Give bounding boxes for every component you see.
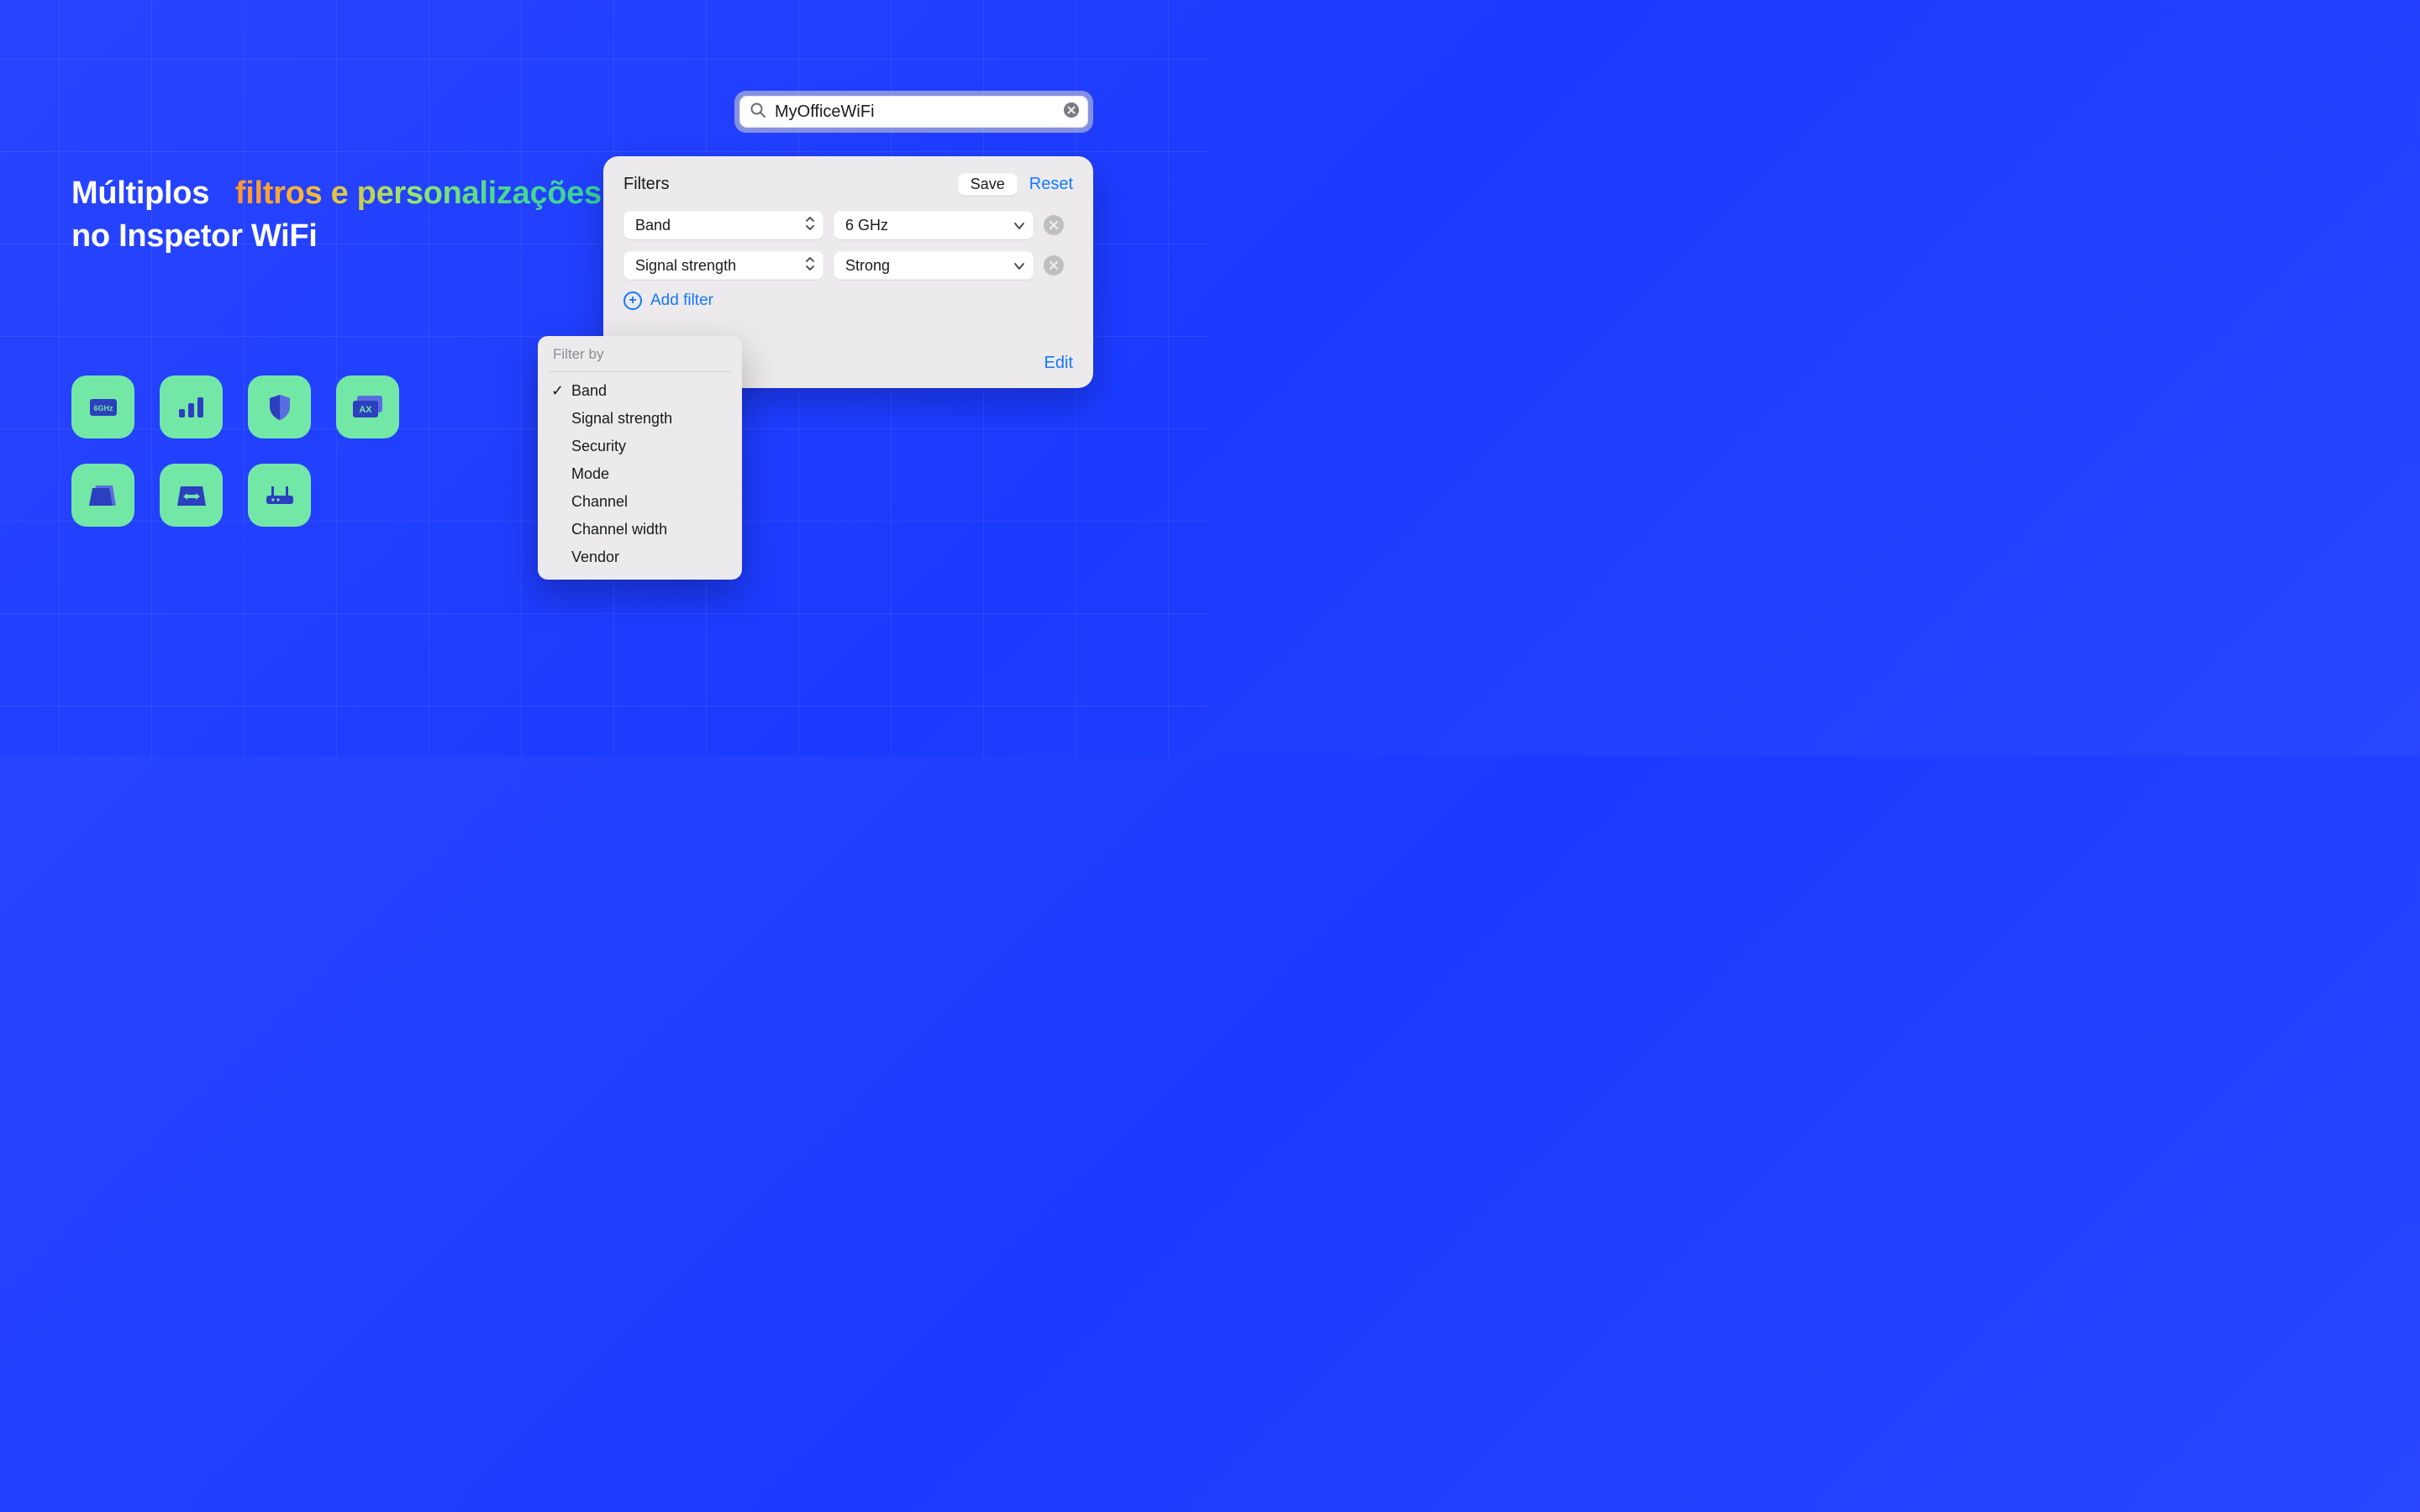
mode-ax-icon: AX (336, 375, 399, 438)
search-container (734, 91, 1093, 133)
headline-part1: Múltiplos (71, 176, 209, 211)
marketing-headline: Múltiplos filtros e personalizações no I… (71, 172, 602, 259)
plus-circle-icon: + (623, 291, 642, 310)
menu-item[interactable]: Security (538, 433, 742, 460)
shield-icon (248, 375, 311, 438)
filter-key-label: Band (635, 217, 805, 234)
updown-icon (805, 216, 815, 235)
reset-button[interactable]: Reset (1029, 175, 1073, 194)
menu-item[interactable]: Vendor (538, 543, 742, 571)
menu-item-label: Channel width (571, 521, 667, 538)
menu-item-label: Band (571, 382, 607, 400)
updown-icon (805, 256, 815, 276)
svg-text:6GHz: 6GHz (93, 404, 113, 412)
search-icon (750, 102, 766, 123)
add-filter-button[interactable]: + Add filter (623, 291, 1073, 310)
search-text[interactable] (775, 102, 1055, 122)
clear-search-icon[interactable] (1063, 102, 1080, 123)
add-filter-label: Add filter (650, 291, 713, 310)
filter-key-label: Signal strength (635, 257, 805, 275)
chevron-down-icon (1013, 257, 1025, 275)
filter-row: Band 6 GHz (623, 211, 1073, 239)
filter-value-select[interactable]: Strong (834, 251, 1034, 280)
channel-icon (71, 464, 134, 527)
menu-item-label: Vendor (571, 549, 619, 566)
menu-item[interactable]: Channel width (538, 516, 742, 543)
chevron-down-icon (1013, 217, 1025, 234)
filter-value-select[interactable]: 6 GHz (834, 211, 1034, 239)
menu-item-label: Security (571, 438, 626, 455)
band-6ghz-icon: 6GHz (71, 375, 134, 438)
filter-key-select[interactable]: Band (623, 211, 823, 239)
filter-value-label: 6 GHz (845, 217, 1013, 234)
menu-item[interactable]: Mode (538, 460, 742, 488)
menu-header: Filter by (538, 344, 742, 368)
search-input[interactable] (739, 96, 1088, 128)
menu-item[interactable]: Channel (538, 488, 742, 516)
check-icon: ✓ (551, 382, 565, 400)
save-button[interactable]: Save (958, 173, 1018, 196)
menu-item[interactable]: ✓ Band (538, 377, 742, 405)
router-icon (248, 464, 311, 527)
filters-title: Filters (623, 175, 946, 194)
signal-bars-icon (160, 375, 223, 438)
remove-filter-button[interactable] (1044, 215, 1064, 235)
menu-item-label: Signal strength (571, 410, 672, 428)
menu-item[interactable]: Signal strength (538, 405, 742, 433)
headline-gradient: filtros e personalizações (235, 176, 602, 211)
filter-value-label: Strong (845, 257, 1013, 275)
filter-by-menu: Filter by ✓ Band Signal strength Security Mo… (538, 336, 742, 580)
edit-button[interactable]: Edit (1044, 354, 1073, 373)
menu-separator (550, 371, 730, 372)
remove-filter-button[interactable] (1044, 255, 1064, 276)
menu-item-label: Mode (571, 465, 609, 483)
filter-category-tiles: 6GHz AX (71, 375, 399, 527)
filter-key-select[interactable]: Signal strength (623, 251, 823, 280)
channel-width-icon (160, 464, 223, 527)
headline-part3: no Inspetor WiFi (71, 218, 318, 254)
svg-text:AX: AX (359, 405, 372, 415)
menu-item-label: Channel (571, 493, 628, 511)
filter-row: Signal strength Strong (623, 251, 1073, 280)
